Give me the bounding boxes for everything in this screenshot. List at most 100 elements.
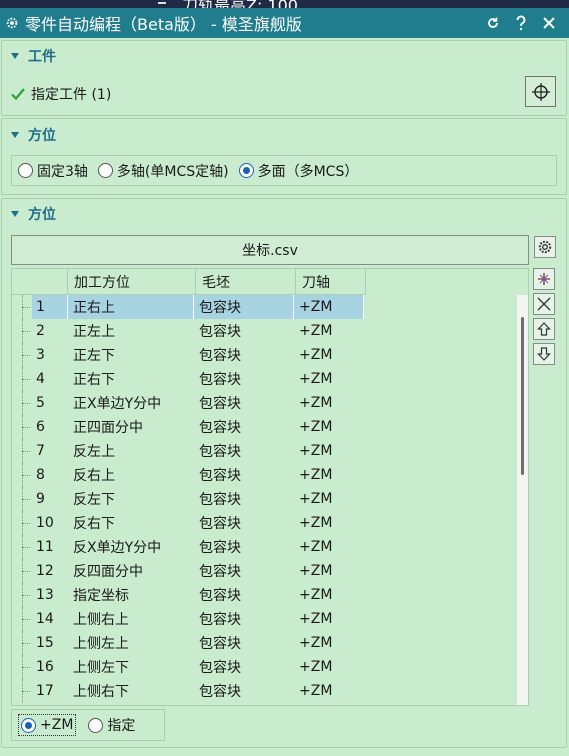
table-row[interactable]: 14 上侧右上 包容块 +ZM: [12, 607, 512, 631]
table-row[interactable]: 2 正左上 包容块 +ZM: [12, 319, 512, 343]
radio-multi-axis-single-mcs[interactable]: 多轴(单MCS定轴): [97, 161, 229, 181]
row-orientation: 上侧左下: [73, 660, 129, 676]
table-row[interactable]: 6 正四面分中 包容块 +ZM: [12, 415, 512, 439]
orientation-list-header[interactable]: 方位: [0, 202, 569, 226]
row-blank: 包容块: [199, 516, 241, 532]
table-row[interactable]: 13 指定坐标 包容块 +ZM: [12, 583, 512, 607]
row-index: 7: [36, 443, 45, 459]
table-row[interactable]: 11 反X单边Y分中 包容块 +ZM: [12, 535, 512, 559]
row-orientation: 上侧左上: [73, 636, 129, 652]
add-row-button[interactable]: [533, 268, 555, 290]
vertical-scrollbar[interactable]: [517, 295, 528, 705]
table-row[interactable]: 10 反右下 包容块 +ZM: [12, 511, 512, 535]
table-row[interactable]: 16 上侧左下 包容块 +ZM: [12, 655, 512, 679]
select-workpiece-button[interactable]: [525, 76, 556, 107]
table-row[interactable]: 5 正X单边Y分中 包容块 +ZM: [12, 391, 512, 415]
collapse-triangle-icon: [11, 53, 19, 59]
tree-connector: [12, 679, 32, 703]
coordinate-file-label: 坐标.csv: [242, 243, 298, 259]
delete-x-icon: [537, 297, 551, 311]
radio-multi-face-multi-mcs[interactable]: 多面（多MCS）: [238, 161, 359, 181]
file-settings-button[interactable]: [534, 236, 556, 258]
row-index: 6: [36, 419, 45, 435]
row-tool-axis: +ZM: [299, 683, 333, 699]
row-tool-axis: +ZM: [299, 347, 333, 363]
table-row[interactable]: 1 正右上 包容块 +ZM: [12, 295, 512, 319]
table-body: 1 正右上 包容块 +ZM 2 正左上 包容块 +ZM 3 正左下 包容块 +ZM 4 正右下 包容块 +ZM…: [12, 295, 512, 703]
row-blank: 包容块: [199, 492, 241, 508]
scrollbar-thumb[interactable]: [521, 317, 524, 475]
row-blank: 包容块: [199, 588, 241, 604]
row-index: 10: [36, 515, 54, 531]
row-tool-axis: +ZM: [299, 563, 333, 579]
tree-connector: [12, 511, 32, 535]
row-index: 5: [36, 395, 45, 411]
radio-label: 多轴(单MCS定轴): [116, 163, 229, 180]
row-blank: 包容块: [199, 564, 241, 580]
row-tool-axis: +ZM: [299, 467, 333, 483]
row-blank: 包容块: [199, 660, 241, 676]
radio-label: 指定: [107, 718, 136, 734]
tree-connector: [12, 415, 32, 439]
column-header-orientation[interactable]: 加工方位: [68, 269, 196, 295]
table-row[interactable]: 4 正右下 包容块 +ZM: [12, 367, 512, 391]
table-row[interactable]: 3 正左下 包容块 +ZM: [12, 343, 512, 367]
orientation-table: 加工方位 毛坯 刀轴 1 正右上 包容块 +ZM 2 正左上 包容块 +ZM 3 正左下 包容块 +Z…: [11, 268, 529, 706]
column-header-blank[interactable]: 毛坯: [196, 269, 296, 295]
radio-tool-axis-specify[interactable]: 指定: [88, 715, 135, 735]
row-orientation: 正X单边Y分中: [73, 396, 162, 412]
table-row[interactable]: 8 反右上 包容块 +ZM: [12, 463, 512, 487]
close-button[interactable]: [541, 15, 557, 31]
row-index: 16: [36, 659, 54, 675]
help-icon: [516, 15, 526, 31]
table-toolbar: [533, 268, 557, 368]
radio-tool-axis-zm[interactable]: +ZM: [18, 714, 77, 736]
gear-icon: [6, 17, 18, 29]
collapse-triangle-icon: [11, 132, 19, 138]
orientation-mode-header[interactable]: 方位: [0, 123, 569, 147]
column-header-label: 加工方位: [74, 274, 130, 291]
table-row[interactable]: 17 上侧右下 包容块 +ZM: [12, 679, 512, 703]
workpiece-section-title: 工件: [28, 49, 56, 65]
coordinate-file-button[interactable]: 坐标.csv: [11, 235, 529, 265]
specify-workpiece-label: 指定工件 (1): [31, 87, 112, 103]
table-header: 加工方位 毛坯 刀轴: [12, 269, 528, 295]
row-index: 3: [36, 347, 45, 363]
tree-connector: [12, 463, 32, 487]
table-row[interactable]: 9 反左下 包容块 +ZM: [12, 487, 512, 511]
column-header-index: [12, 269, 68, 295]
delete-row-button[interactable]: [533, 293, 555, 315]
background-dash: [158, 2, 166, 4]
tree-connector: [12, 367, 32, 391]
row-tool-axis: +ZM: [299, 539, 333, 555]
arrow-up-icon: [537, 322, 551, 336]
row-tool-axis: +ZM: [299, 515, 333, 531]
workpiece-section-header[interactable]: 工件: [0, 44, 569, 68]
radio-fixed-3-axis[interactable]: 固定3轴: [18, 161, 88, 181]
column-header-tool-axis[interactable]: 刀轴: [296, 269, 366, 295]
arrow-down-icon: [537, 347, 551, 361]
table-row[interactable]: 15 上侧左上 包容块 +ZM: [12, 631, 512, 655]
row-index: 1: [32, 295, 68, 319]
radio-circle-selected: [21, 717, 36, 733]
radio-circle: [88, 717, 104, 733]
tree-connector: [12, 391, 32, 415]
move-up-button[interactable]: [533, 318, 555, 340]
row-orientation: 反X单边Y分中: [73, 540, 162, 556]
row-index: 13: [36, 587, 54, 603]
help-button[interactable]: [513, 15, 529, 31]
table-row[interactable]: 12 反四面分中 包容块 +ZM: [12, 559, 512, 583]
radio-label: 多面（多MCS）: [257, 163, 359, 180]
tree-connector: [12, 655, 32, 679]
move-down-button[interactable]: [533, 343, 555, 365]
radio-circle: [97, 163, 113, 178]
orientation-list-title: 方位: [28, 207, 56, 223]
tree-connector: [12, 487, 32, 511]
row-orientation: 指定坐标: [73, 588, 129, 604]
tree-connector: [12, 439, 32, 463]
reset-button[interactable]: [485, 15, 501, 31]
tree-connector: [12, 559, 32, 583]
row-index: 4: [36, 371, 45, 387]
tree-connector: [12, 295, 32, 319]
table-row[interactable]: 7 反左上 包容块 +ZM: [12, 439, 512, 463]
